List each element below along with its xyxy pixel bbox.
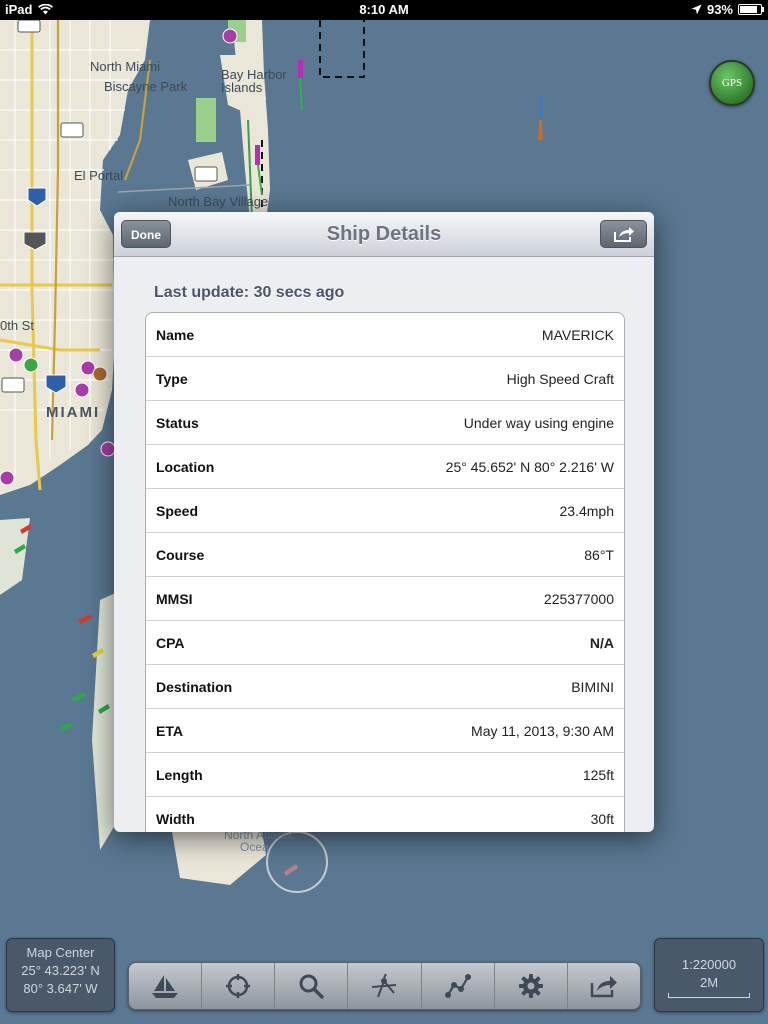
map-center-title: Map Center (26, 945, 95, 960)
detail-value: May 11, 2013, 9:30 AM (471, 723, 614, 739)
scale-panel: 1:220000 2M (654, 938, 764, 1012)
share-button[interactable] (600, 220, 647, 248)
detail-value: 225377000 (543, 591, 614, 607)
detail-value: N/A (589, 635, 614, 651)
modal-header: Done Ship Details (114, 212, 654, 257)
detail-row-course: Course 86°T (146, 533, 624, 577)
detail-value: 30ft (590, 811, 614, 827)
search-icon (299, 974, 325, 999)
boat-tool-button[interactable] (129, 963, 203, 1009)
detail-label: Length (156, 767, 203, 783)
detail-label: Name (156, 327, 195, 343)
detail-label: Course (156, 547, 205, 563)
map-label-biscayne-park: Biscayne Park (104, 79, 188, 94)
gear-icon (518, 974, 543, 998)
detail-row-status: Status Under way using engine (146, 401, 624, 445)
map-label-street: 0th St (0, 318, 34, 333)
battery-icon (738, 4, 764, 15)
detail-label: Width (156, 811, 195, 827)
share-icon (590, 976, 617, 998)
detail-row-speed: Speed 23.4mph (146, 489, 624, 533)
detail-row-eta: ETA May 11, 2013, 9:30 AM (146, 709, 624, 753)
center-tool-button[interactable] (202, 963, 276, 1009)
detail-value: 125ft (582, 767, 614, 783)
detail-label: Status (156, 415, 199, 431)
map-label-islands: Islands (221, 80, 263, 95)
detail-label: Destination (156, 679, 233, 695)
detail-row-location: Location 25° 45.652' N 80° 2.216' W (146, 445, 624, 489)
route-tool-button[interactable] (422, 963, 495, 1009)
ship-details-modal: Done Ship Details Last update: 30 secs a… (114, 212, 654, 832)
detail-label: Speed (156, 503, 199, 519)
detail-row-mmsi: MMSI 225377000 (146, 577, 624, 621)
detail-label: Type (156, 371, 188, 387)
location-arrow-icon (691, 4, 702, 15)
last-update-text: Last update: 30 secs ago (154, 284, 345, 301)
map-label-el-portal: El Portal (74, 168, 124, 183)
detail-label: CPA (156, 635, 185, 651)
ship-details-table: Name MAVERICK Type High Speed Craft Stat… (145, 312, 625, 832)
detail-value: High Speed Craft (506, 371, 614, 387)
map-center-lat: 25° 43.223' N (21, 963, 100, 978)
crosshair-icon (226, 974, 251, 998)
detail-value: BIMINI (571, 679, 614, 695)
detail-value: 86°T (584, 547, 614, 563)
scale-bar (668, 993, 750, 998)
detail-row-destination: Destination BIMINI (146, 665, 624, 709)
map-label-miami: MIAMI (46, 404, 101, 421)
detail-value: MAVERICK (541, 327, 614, 343)
map-center-panel: Map Center 25° 43.223' N 80° 3.647' W (6, 938, 115, 1012)
detail-label: Location (156, 459, 215, 475)
export-tool-button[interactable] (568, 963, 640, 1009)
detail-row-type: Type High Speed Craft (146, 357, 624, 401)
status-bar: iPad 8:10 AM 93% (0, 0, 768, 20)
measure-tool-button[interactable] (348, 963, 422, 1009)
park-area (196, 98, 216, 142)
scale-ratio: 1:220000 (681, 957, 737, 972)
detail-row-cpa: CPA N/A (146, 621, 624, 665)
bottom-toolbar (128, 962, 641, 1010)
detail-label: MMSI (156, 591, 193, 607)
map-label-north-miami: North Miami (90, 59, 161, 74)
gps-button[interactable]: GPS (709, 60, 755, 106)
share-icon (614, 227, 634, 242)
map-label-north-bay-village: North Bay Village (168, 194, 269, 209)
detail-row-width: Width 30ft (146, 797, 624, 832)
detail-row-length: Length 125ft (146, 753, 624, 797)
compass-divider-icon (372, 973, 397, 998)
sailboat-icon (152, 975, 179, 998)
status-time: 8:10 AM (359, 2, 409, 17)
search-tool-button[interactable] (275, 963, 349, 1009)
map-center-lon: 80° 3.647' W (23, 981, 98, 996)
map-label-ocean: Ocea (240, 840, 269, 854)
settings-tool-button[interactable] (495, 963, 568, 1009)
scale-distance: 2M (699, 975, 719, 990)
detail-value: Under way using engine (463, 415, 614, 431)
detail-label: ETA (156, 723, 183, 739)
route-icon (444, 974, 471, 998)
battery-percent: 93% (706, 2, 733, 17)
modal-title: Ship Details (326, 223, 442, 245)
detail-row-name: Name MAVERICK (146, 313, 624, 357)
detail-value: 25° 45.652' N 80° 2.216' W (445, 459, 614, 475)
detail-value: 23.4mph (559, 503, 614, 519)
